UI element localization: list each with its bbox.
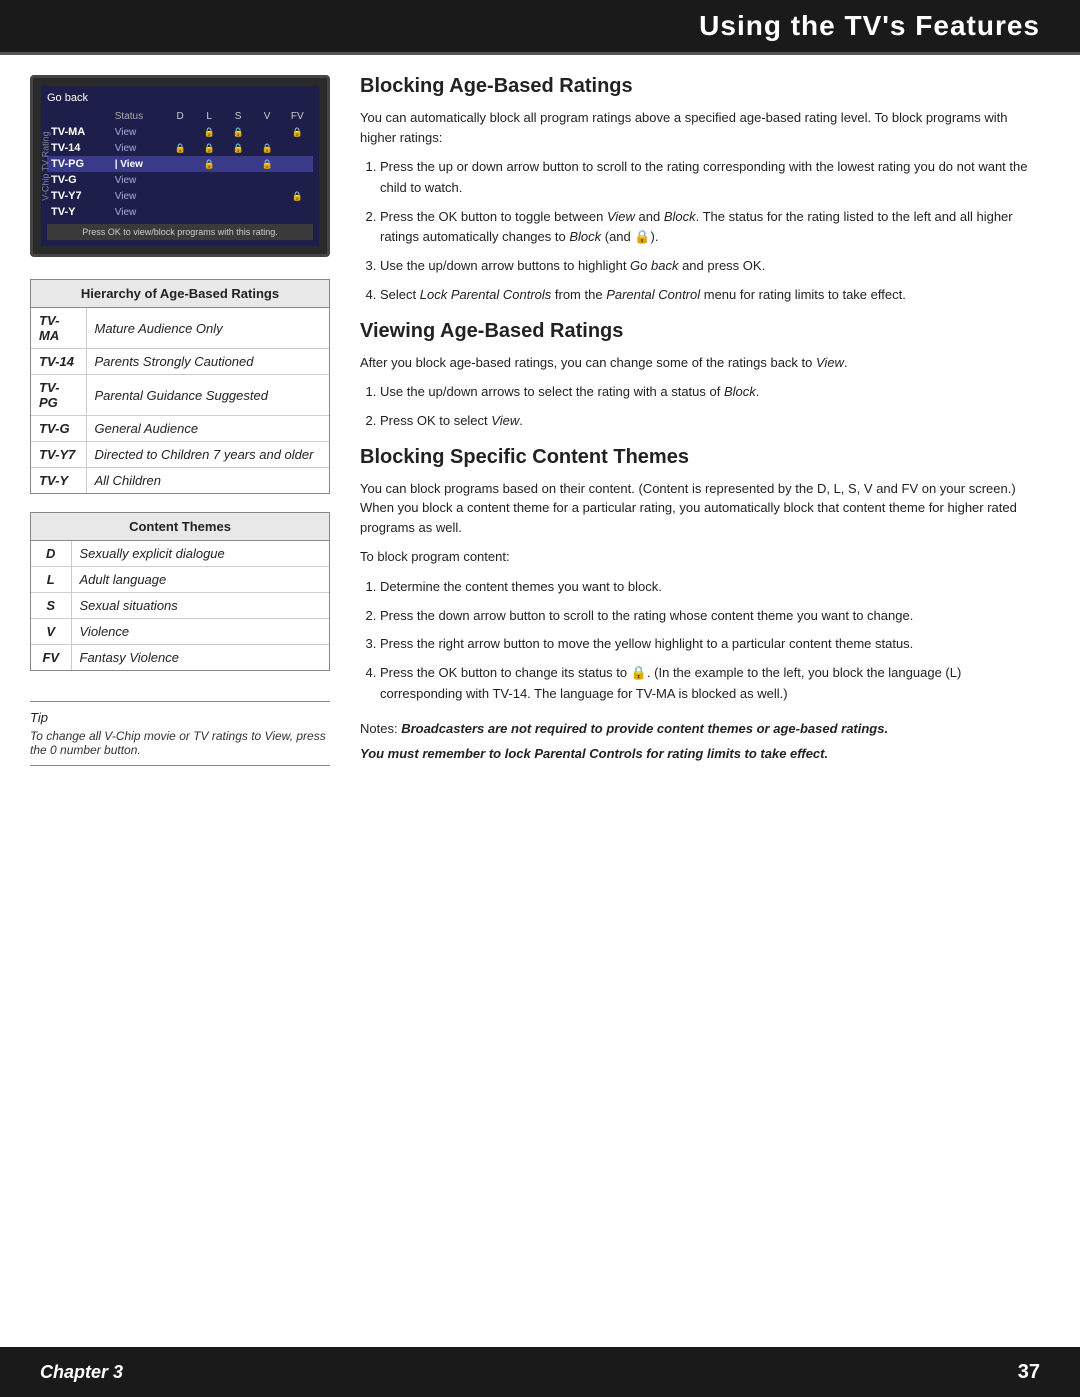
section3-block-intro: To block program content: [360, 547, 1040, 567]
content-themes-header: Content Themes [31, 513, 329, 541]
table-row: L Adult language [31, 567, 329, 593]
rating-description: All Children [86, 468, 329, 494]
rating-description: Parental Guidance Suggested [86, 375, 329, 416]
list-item: Press the OK button to toggle between Vi… [380, 207, 1040, 249]
content-themes-table: D Sexually explicit dialogue L Adult lan… [31, 541, 329, 670]
rating-code: TV-PG [31, 375, 86, 416]
table-row: TV-MA View 🔒 🔒 🔒 [47, 124, 313, 140]
theme-description: Fantasy Violence [71, 645, 329, 671]
tv-ratings-table: Status D L S V FV TV-MA View [47, 109, 313, 220]
table-row: TV-14 View 🔒 🔒 🔒 🔒 [47, 140, 313, 156]
page-footer: Chapter 3 37 [0, 1347, 1080, 1397]
rating-code: TV-14 [31, 349, 86, 375]
rating-code: TV-MA [31, 308, 86, 349]
section2-intro: After you block age-based ratings, you c… [360, 353, 1040, 373]
theme-code: D [31, 541, 71, 567]
table-row: TV-14 Parents Strongly Cautioned [31, 349, 329, 375]
tip-title: Tip [30, 710, 330, 725]
note1-text: Notes: Broadcasters are not required to … [360, 719, 1040, 739]
section1-title: Blocking Age-Based Ratings [360, 75, 1040, 98]
footer-page-number: 37 [1018, 1361, 1040, 1384]
age-based-ratings-table: TV-MA Mature Audience Only TV-14 Parents… [31, 308, 329, 493]
section1-intro: You can automatically block all program … [360, 108, 1040, 147]
table-row: FV Fantasy Violence [31, 645, 329, 671]
left-column: V-Chip TV Rating Go back Status D L S V … [30, 75, 330, 770]
tv-screen-inner: Go back Status D L S V FV [41, 86, 319, 246]
theme-description: Adult language [71, 567, 329, 593]
rating-description: Mature Audience Only [86, 308, 329, 349]
theme-code: FV [31, 645, 71, 671]
tip-section: Tip To change all V-Chip movie or TV rat… [30, 701, 330, 766]
rating-code: TV-Y [31, 468, 86, 494]
tv-screen-mockup: V-Chip TV Rating Go back Status D L S V … [30, 75, 330, 257]
theme-description: Sexual situations [71, 593, 329, 619]
theme-code: L [31, 567, 71, 593]
section2-steps: Use the up/down arrows to select the rat… [380, 382, 1040, 432]
content-themes-table-wrapper: Content Themes D Sexually explicit dialo… [30, 512, 330, 671]
theme-description: Violence [71, 619, 329, 645]
main-content: V-Chip TV Rating Go back Status D L S V … [0, 55, 1080, 790]
list-item: Use the up/down arrows to select the rat… [380, 382, 1040, 403]
right-column: Blocking Age-Based Ratings You can autom… [360, 75, 1040, 770]
rating-code: TV-Y7 [31, 442, 86, 468]
table-row: TV-PG Parental Guidance Suggested [31, 375, 329, 416]
list-item: Determine the content themes you want to… [380, 577, 1040, 598]
table-row: TV-Y All Children [31, 468, 329, 494]
header-title: Using the TV's Features [699, 10, 1040, 41]
list-item: Use the up/down arrow buttons to highlig… [380, 256, 1040, 277]
tv-side-label: V-Chip TV Rating [41, 131, 51, 200]
section3-steps: Determine the content themes you want to… [380, 577, 1040, 705]
rating-description: Directed to Children 7 years and older [86, 442, 329, 468]
table-row: V Violence [31, 619, 329, 645]
page-header: Using the TV's Features [0, 0, 1080, 55]
table-row: S Sexual situations [31, 593, 329, 619]
tv-bottom-bar-text: Press OK to view/block programs with thi… [47, 224, 313, 240]
theme-code: S [31, 593, 71, 619]
section1-steps: Press the up or down arrow button to scr… [380, 157, 1040, 306]
footer-chapter-label: Chapter 3 [40, 1362, 123, 1383]
list-item: Press the right arrow button to move the… [380, 634, 1040, 655]
table-row: D Sexually explicit dialogue [31, 541, 329, 567]
rating-code: TV-G [31, 416, 86, 442]
list-item: Press the OK button to change its status… [380, 663, 1040, 705]
tv-go-back-label: Go back [47, 92, 313, 104]
list-item: Select Lock Parental Controls from the P… [380, 285, 1040, 306]
section3-title: Blocking Specific Content Themes [360, 446, 1040, 469]
table-row: TV-G View [47, 172, 313, 188]
table-row: TV-Y7 View 🔒 [47, 188, 313, 204]
theme-code: V [31, 619, 71, 645]
age-based-ratings-header: Hierarchy of Age-Based Ratings [31, 280, 329, 308]
table-row: TV-Y View [47, 204, 313, 220]
section2-title: Viewing Age-Based Ratings [360, 320, 1040, 343]
table-row-highlighted: TV-PG | View 🔒 🔒 [47, 156, 313, 172]
table-row: TV-MA Mature Audience Only [31, 308, 329, 349]
list-item: Press OK to select View. [380, 411, 1040, 432]
list-item: Press the up or down arrow button to scr… [380, 157, 1040, 199]
list-item: Press the down arrow button to scroll to… [380, 606, 1040, 627]
table-row: TV-G General Audience [31, 416, 329, 442]
note2-text: You must remember to lock Parental Contr… [360, 744, 1040, 764]
theme-description: Sexually explicit dialogue [71, 541, 329, 567]
rating-description: Parents Strongly Cautioned [86, 349, 329, 375]
tip-text: To change all V-Chip movie or TV ratings… [30, 729, 330, 757]
section3-intro: You can block programs based on their co… [360, 479, 1040, 538]
rating-description: General Audience [86, 416, 329, 442]
table-row: TV-Y7 Directed to Children 7 years and o… [31, 442, 329, 468]
notes-section: Notes: Broadcasters are not required to … [360, 719, 1040, 764]
age-based-ratings-table-wrapper: Hierarchy of Age-Based Ratings TV-MA Mat… [30, 279, 330, 494]
